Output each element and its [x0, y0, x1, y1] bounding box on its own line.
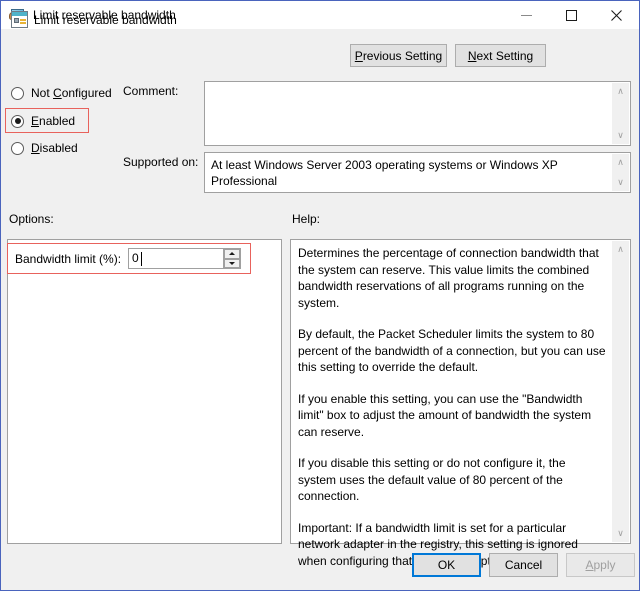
bandwidth-limit-stepper[interactable]	[223, 249, 240, 268]
scroll-down-icon[interactable]: ∨	[612, 127, 629, 144]
triangle-down-icon	[229, 261, 235, 265]
next-setting-button[interactable]: Next Setting	[455, 44, 546, 67]
group-policy-setting-dialog: Limit reservable bandwidth Limit reserva…	[0, 0, 640, 591]
help-label: Help:	[292, 212, 321, 226]
help-paragraph: If you disable this setting or do not co…	[298, 456, 566, 503]
cancel-button[interactable]: Cancel	[489, 553, 558, 577]
supported-on-textarea[interactable]: At least Windows Server 2003 operating s…	[204, 152, 631, 193]
comment-label: Comment:	[123, 84, 179, 98]
options-label: Options:	[9, 212, 54, 226]
bandwidth-limit-input[interactable]: 0	[128, 248, 241, 269]
stepper-up-button[interactable]	[224, 249, 240, 259]
radio-enabled-mark	[11, 114, 24, 128]
policy-setting-icon	[11, 11, 28, 28]
cancel-label: Cancel	[504, 558, 543, 572]
bandwidth-limit-label: Bandwidth limit (%):	[15, 252, 122, 266]
previous-setting-button[interactable]: Previous Setting	[350, 44, 447, 67]
text-caret	[141, 252, 142, 266]
close-button[interactable]	[594, 1, 639, 29]
help-paragraph: By default, the Packet Scheduler limits …	[298, 327, 606, 374]
scroll-down-icon[interactable]: ∨	[612, 525, 629, 542]
setting-title: Limit reservable bandwidth	[34, 13, 177, 27]
scroll-up-icon[interactable]: ∧	[612, 83, 629, 100]
radio-disabled-label: Disabled	[31, 141, 78, 155]
radio-not-configured[interactable]: Not Configured	[11, 84, 112, 102]
help-paragraph: Determines the percentage of connection …	[298, 246, 599, 310]
help-text: Determines the percentage of connection …	[298, 245, 606, 569]
supported-on-value: At least Windows Server 2003 operating s…	[211, 158, 558, 188]
radio-disabled[interactable]: Disabled	[11, 139, 78, 157]
radio-disabled-mark	[11, 141, 24, 155]
ok-label: OK	[437, 558, 456, 572]
help-panel[interactable]: Determines the percentage of connection …	[290, 239, 631, 568]
minimize-button[interactable]	[504, 1, 549, 29]
scroll-up-icon[interactable]: ∧	[612, 241, 629, 258]
triangle-up-icon	[229, 252, 235, 256]
scroll-down-icon[interactable]: ∨	[612, 174, 629, 191]
radio-not-configured-mark	[11, 86, 24, 100]
radio-not-configured-label: Not Configured	[31, 86, 112, 100]
apply-button: Apply	[566, 553, 635, 577]
supported-on-label: Supported on:	[123, 155, 199, 169]
apply-label: Apply	[585, 558, 616, 572]
radio-enabled-label: Enabled	[31, 114, 76, 128]
radio-enabled[interactable]: Enabled	[11, 112, 75, 130]
next-setting-label: Next Setting	[467, 48, 534, 63]
previous-setting-label: Previous Setting	[354, 48, 443, 63]
ok-button[interactable]: OK	[412, 553, 481, 577]
help-paragraph: If you enable this setting, you can use …	[298, 391, 592, 439]
stepper-down-button[interactable]	[224, 258, 240, 268]
scroll-up-icon[interactable]: ∧	[612, 154, 629, 171]
window-controls	[504, 1, 639, 29]
bandwidth-limit-value: 0	[132, 251, 139, 265]
help-scrollbar[interactable]: ∧ ∨	[612, 241, 629, 542]
maximize-button[interactable]	[549, 1, 594, 29]
comment-textarea[interactable]: ∧ ∨	[204, 81, 631, 146]
options-panel	[7, 239, 282, 544]
supported-on-scrollbar[interactable]: ∧ ∨	[612, 154, 629, 191]
comment-scrollbar[interactable]: ∧ ∨	[612, 83, 629, 144]
